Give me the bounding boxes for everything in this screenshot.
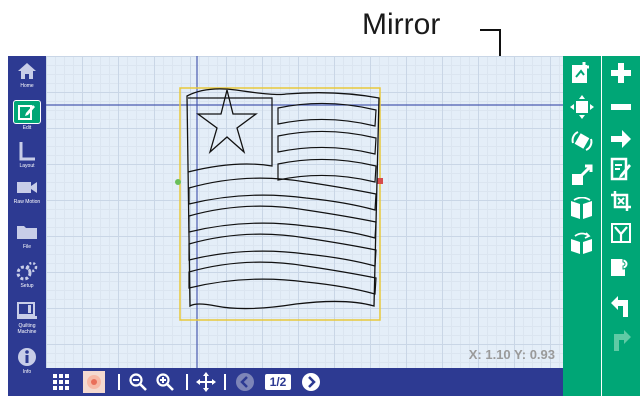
add-pattern-button[interactable]: [566, 58, 598, 88]
redo-icon: [614, 330, 631, 351]
layout-icon: [14, 140, 40, 162]
mirror-callout-label: Mirror: [362, 8, 441, 41]
copy-button[interactable]: [605, 252, 637, 282]
zoom-out-button[interactable]: [126, 368, 150, 396]
nav-setup-label: Setup: [20, 283, 34, 289]
redo-button[interactable]: [605, 326, 637, 356]
separator: [186, 374, 188, 390]
nav-layout[interactable]: Layout: [8, 140, 46, 169]
mirror-horizontal-button[interactable]: [566, 194, 598, 224]
undo-button[interactable]: [605, 292, 637, 322]
move-button[interactable]: [566, 92, 598, 122]
left-handle: [175, 179, 181, 185]
coordinate-readout: X: 1.10 Y: 0.93: [468, 347, 555, 362]
home-icon: [14, 60, 40, 82]
move-arrows-icon: [196, 372, 216, 392]
quilt-preview-button[interactable]: [76, 368, 112, 396]
zoom-in-icon: [156, 373, 174, 391]
page-indicator: 1/2: [258, 368, 298, 396]
split-icon: [611, 223, 631, 243]
nav-quilting-machine[interactable]: Quilting Machine: [8, 300, 46, 335]
minus-icon: [611, 104, 631, 110]
nav-setup[interactable]: Setup: [8, 260, 46, 289]
nav-raw-motion[interactable]: Raw Motion: [8, 176, 46, 205]
camera-icon: [14, 176, 40, 198]
edit-tools-column: [563, 56, 601, 396]
machine-icon: [14, 300, 40, 322]
add-pattern-icon: [572, 62, 589, 83]
undo-icon: [611, 296, 628, 317]
nav-file-label: File: [22, 244, 32, 250]
folder-icon: [14, 221, 40, 243]
grid-button[interactable]: [46, 368, 76, 396]
nav-edit-label: Edit: [22, 125, 32, 131]
nav-edit[interactable]: Edit: [8, 100, 46, 131]
mirror-horizontal-icon: [571, 197, 592, 219]
plus-button[interactable]: [605, 58, 637, 88]
right-handle: [377, 178, 383, 184]
next-page-button[interactable]: [298, 368, 324, 396]
action-tools-column: [602, 56, 640, 396]
crop-button[interactable]: [605, 186, 637, 216]
info-icon: [14, 346, 40, 368]
nav-layout-label: Layout: [19, 163, 35, 169]
bottom-toolbar: 1/2: [46, 368, 563, 396]
pan-button[interactable]: [194, 368, 218, 396]
rotate-button[interactable]: [566, 126, 598, 156]
nav-home[interactable]: Home: [8, 60, 46, 89]
rotate-icon: [571, 131, 593, 151]
zoom-out-icon: [129, 373, 147, 391]
minus-button[interactable]: [605, 92, 637, 122]
next-button[interactable]: [605, 124, 637, 154]
left-nav: Home Edit Layout Raw Motion File Setup Q…: [8, 56, 46, 396]
edit-document-button[interactable]: [605, 154, 637, 184]
edit-doc-icon: [610, 157, 631, 181]
grid-icon: [53, 374, 69, 390]
crop-icon: [611, 191, 631, 211]
page-number: 1/2: [264, 374, 292, 390]
separator: [118, 374, 120, 390]
separator: [224, 374, 226, 390]
split-button[interactable]: [605, 218, 637, 248]
mirror-vertical-icon: [571, 232, 592, 254]
move-icon: [570, 95, 594, 119]
quilt-preview-icon: [83, 371, 105, 393]
chevron-right-icon: [302, 373, 320, 391]
resize-button[interactable]: [566, 160, 598, 190]
resize-icon: [572, 164, 593, 185]
arrow-right-icon: [611, 130, 631, 148]
copy-icon: [611, 258, 629, 276]
flag-design: [46, 56, 563, 368]
previous-page-button[interactable]: [232, 368, 258, 396]
nav-info-label: Info: [22, 369, 32, 375]
nav-file[interactable]: File: [8, 221, 46, 250]
plus-icon: [611, 63, 631, 83]
nav-info[interactable]: Info: [8, 346, 46, 375]
zoom-in-button[interactable]: [150, 368, 180, 396]
nav-home-label: Home: [20, 83, 34, 89]
mirror-vertical-button[interactable]: [566, 228, 598, 258]
gears-icon: [14, 260, 40, 282]
edit-icon: [13, 100, 41, 124]
nav-quilting-machine-label: Quilting Machine: [17, 323, 37, 335]
design-canvas[interactable]: X: 1.10 Y: 0.93: [46, 56, 563, 368]
chevron-left-icon: [236, 373, 254, 391]
nav-raw-motion-label: Raw Motion: [13, 199, 41, 205]
